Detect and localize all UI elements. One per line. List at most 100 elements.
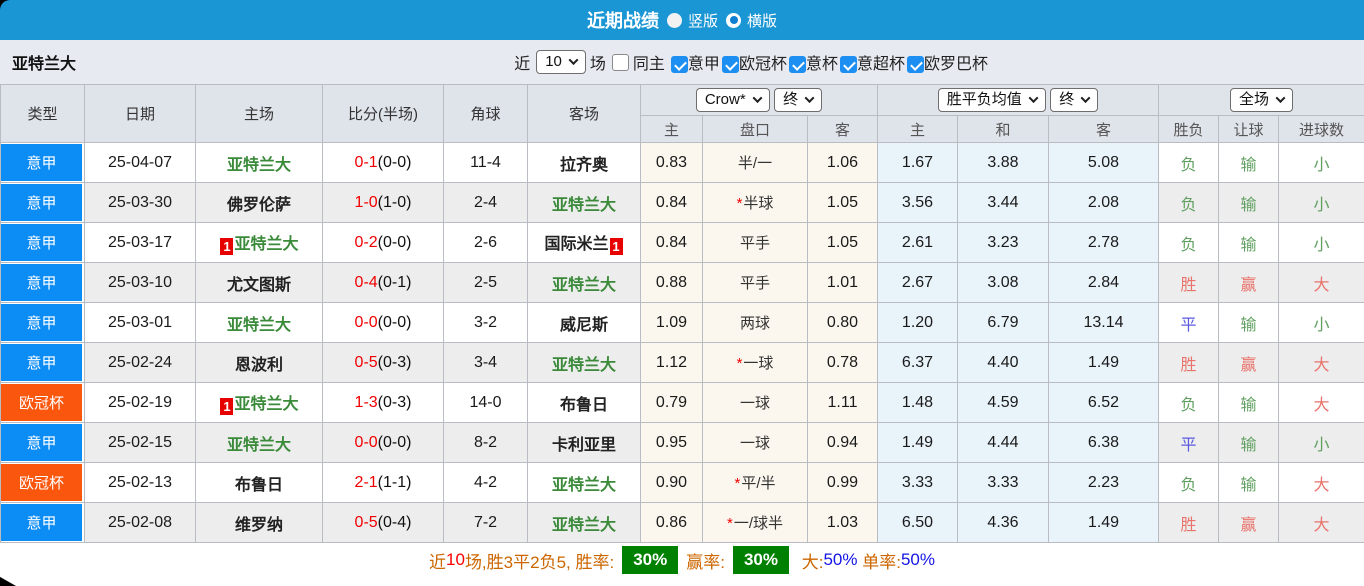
league-badge: 意甲: [1, 224, 82, 261]
handicap-line-text: 平手: [739, 275, 770, 292]
europe-draw-odds: 3.08: [957, 262, 1049, 303]
home-team: 亚特兰大: [195, 422, 323, 463]
half-score: (0-0): [377, 153, 412, 171]
recent-label: 近: [514, 56, 531, 73]
half-score: (0-0): [377, 233, 412, 251]
away-team: 拉齐奥: [527, 142, 641, 183]
europe-away-odds: 2.84: [1048, 262, 1159, 303]
same-home-label: 同主: [632, 56, 665, 73]
chevron-down-icon: [1080, 93, 1091, 104]
handicap-line: 半/一: [702, 142, 808, 183]
handicap-line-text: 一球: [739, 435, 770, 452]
corners: 2-5: [443, 262, 528, 303]
handicap-away-odds: 0.99: [807, 462, 878, 503]
full-score: 1-3: [354, 393, 378, 411]
result-handicap: 输: [1218, 422, 1279, 463]
full-score: 2-1: [354, 473, 378, 491]
europe-time-select[interactable]: 终: [1050, 88, 1099, 112]
handicap-away-odds: 1.05: [807, 222, 878, 263]
europe-away-odds: 6.52: [1048, 382, 1159, 423]
home-team: 亚特兰大: [195, 142, 323, 183]
handicap-home-odds: 0.79: [640, 382, 703, 423]
europe-away-odds: 2.78: [1048, 222, 1159, 263]
away-team: 威尼斯: [527, 302, 641, 343]
result-handicap: 输: [1218, 142, 1279, 183]
filters: 近 10 场 同主 意甲 欧冠杯 意杯 意超杯 欧罗巴杯: [514, 50, 990, 74]
handicap-away-odds: 1.05: [807, 182, 878, 223]
filter-bar: 亚特兰大 近 10 场 同主 意甲 欧冠杯 意杯 意超杯 欧罗巴杯: [0, 40, 1364, 84]
league-checkbox-1[interactable]: [670, 56, 688, 74]
league-checkbox-3[interactable]: [788, 56, 806, 74]
col-result-goals: 进球数: [1277, 115, 1364, 143]
scope-select[interactable]: 全场: [1230, 88, 1294, 112]
handicap-home-odds: 1.09: [640, 302, 703, 343]
col-europe-away: 客: [1048, 115, 1159, 143]
result-outcome: 平: [1158, 422, 1219, 463]
radio-vertical-layout[interactable]: 竖版: [666, 10, 718, 31]
handicap-line: 一球: [702, 422, 808, 463]
result-handicap: 输: [1218, 222, 1279, 263]
same-home-checkbox[interactable]: [611, 53, 629, 71]
radio-unselected-icon[interactable]: [666, 12, 682, 28]
summary-segment: 场,胜3平2负5, 胜率:: [464, 552, 615, 572]
match-date: 25-02-24: [84, 342, 196, 383]
result-outcome: 负: [1158, 462, 1219, 503]
chevron-down-icon: [1028, 93, 1039, 104]
corners: 14-0: [443, 382, 528, 423]
handicap-home-odds: 0.95: [640, 422, 703, 463]
league-type-cell: 意甲: [0, 142, 85, 183]
team-name: 国际米兰: [544, 236, 609, 253]
handicap-line-text: 半/一: [737, 155, 773, 172]
result-handicap: 输: [1218, 182, 1279, 223]
col-away: 客场: [527, 84, 641, 143]
match-date: 25-02-13: [84, 462, 196, 503]
result-goals: 小: [1277, 422, 1364, 463]
full-score: 0-0: [354, 313, 378, 331]
radio-selected-icon[interactable]: [726, 12, 741, 28]
league-badge: 欧冠杯: [1, 384, 82, 421]
col-score: 比分(半场): [322, 84, 444, 143]
full-score: 0-0: [354, 433, 378, 451]
match-row: 意甲 25-03-10 尤文图斯 0-4(0-1) 2-5 亚特兰大 0.88 平手 1.01 2…: [0, 262, 1364, 303]
match-score: 0-2(0-0): [322, 222, 444, 263]
europe-home-odds: 1.20: [877, 302, 958, 343]
europe-type-select[interactable]: 胜平负均值: [937, 88, 1046, 112]
result-goals: 小: [1277, 302, 1364, 343]
result-handicap: 赢: [1218, 502, 1279, 543]
away-team: 国际米兰 1: [527, 222, 641, 263]
bookmaker-select[interactable]: Crow*: [695, 88, 770, 112]
rate-badge: 30%: [732, 546, 789, 574]
europe-draw-odds: 3.23: [957, 222, 1049, 263]
result-goals: 小: [1277, 222, 1364, 263]
result-outcome: 负: [1158, 182, 1219, 223]
result-outcome: 负: [1158, 382, 1219, 423]
full-score: 0-1: [354, 153, 378, 171]
corners: 8-2: [443, 422, 528, 463]
result-outcome: 胜: [1158, 502, 1219, 543]
handicap-line: 两球: [702, 302, 808, 343]
handicap-line-text: 一球: [743, 355, 774, 372]
europe-home-odds: 2.67: [877, 262, 958, 303]
matches-label: 场: [589, 56, 606, 73]
corners: 3-4: [443, 342, 528, 383]
radio-horizontal-layout[interactable]: 横版: [726, 10, 777, 31]
league-checkbox-2[interactable]: [721, 56, 739, 74]
recent-count-select[interactable]: 10: [536, 50, 586, 74]
chevron-down-icon: [752, 93, 763, 104]
league-checkbox-4[interactable]: [839, 56, 857, 74]
match-score: 1-3(0-3): [322, 382, 444, 423]
league-checkbox-5[interactable]: [906, 56, 924, 74]
handicap-time-select[interactable]: 终: [774, 88, 823, 112]
handicap-home-odds: 0.88: [640, 262, 703, 303]
team-name: 佛罗伦萨: [226, 196, 291, 214]
col-result-outcome: 胜负: [1158, 115, 1219, 143]
europe-draw-odds: 4.36: [957, 502, 1049, 543]
home-team: 维罗纳: [195, 502, 323, 543]
team-name: 亚特兰大: [551, 356, 616, 374]
europe-home-odds: 2.61: [877, 222, 958, 263]
match-date: 25-03-01: [84, 302, 196, 343]
europe-draw-odds: 4.44: [957, 422, 1049, 463]
league-checkbox-label: 意超杯: [856, 56, 905, 73]
europe-draw-odds: 3.33: [957, 462, 1049, 503]
league-type-cell: 意甲: [0, 342, 85, 383]
